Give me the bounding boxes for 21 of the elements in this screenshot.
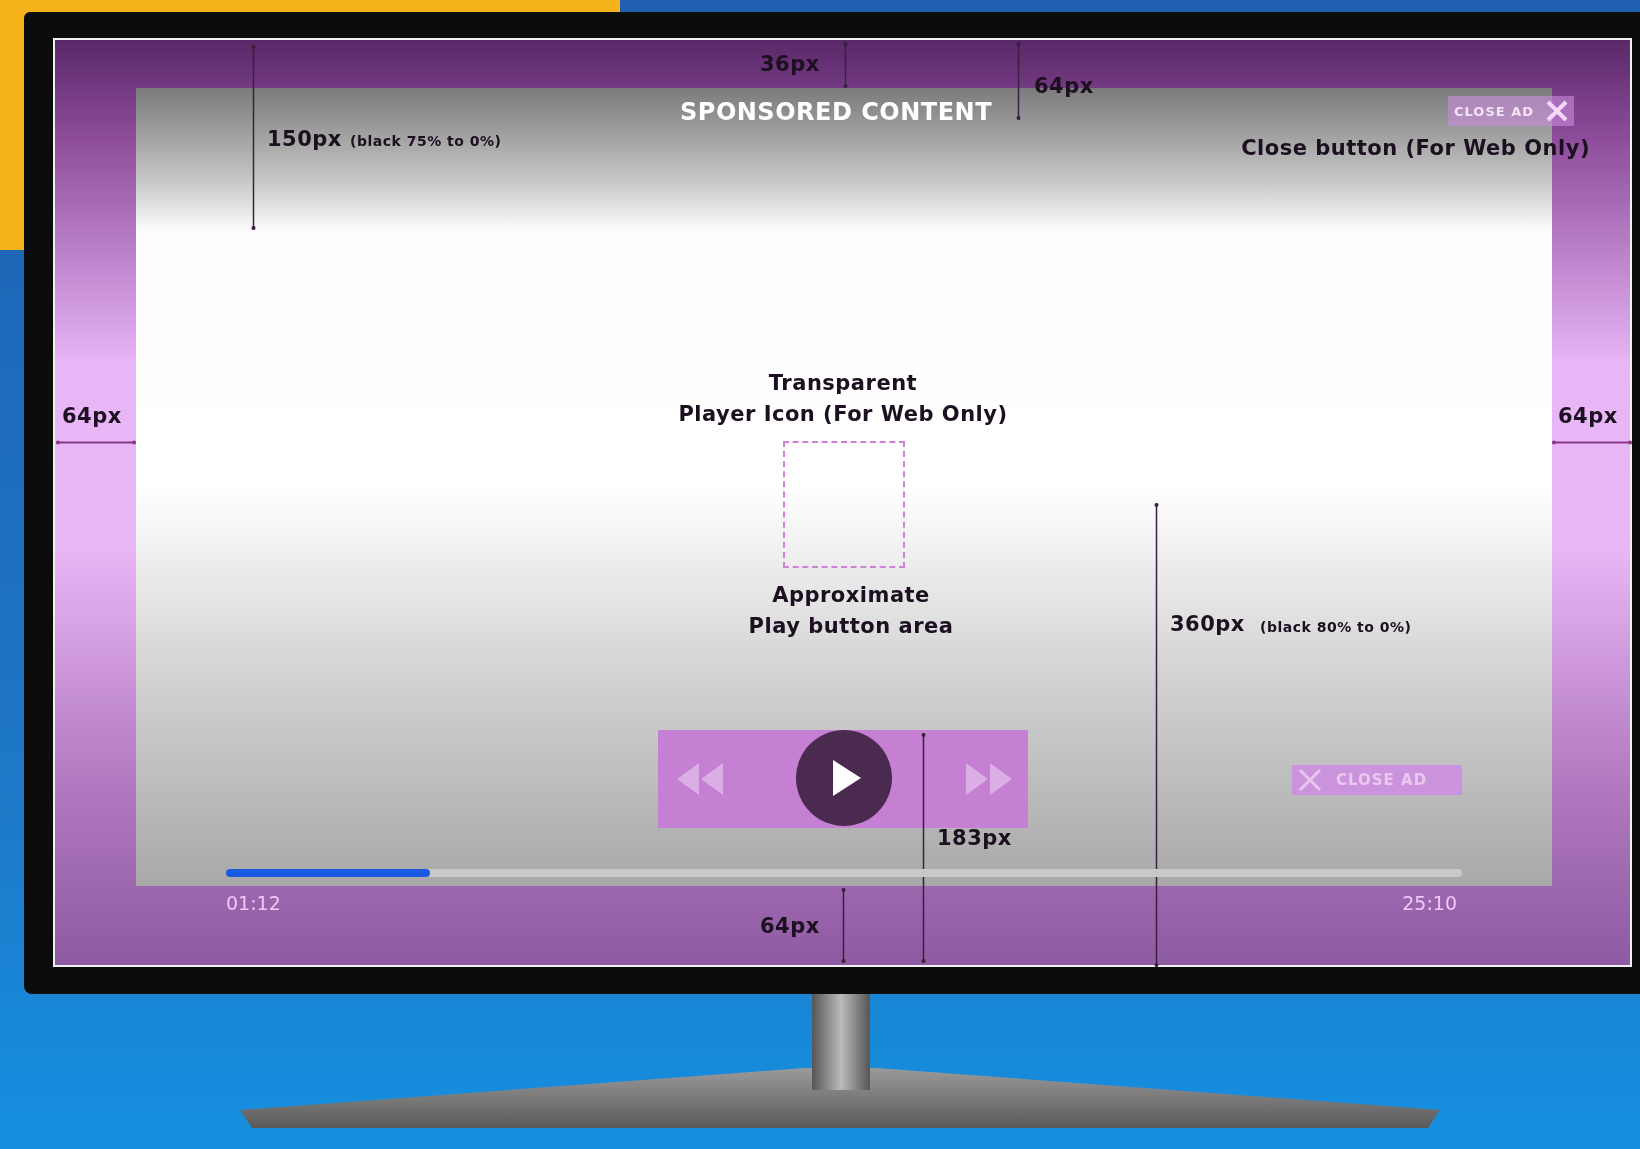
fast-forward-icon[interactable] [966, 763, 1012, 795]
dimension-label: 183px [937, 826, 1012, 850]
dimension-label: 64px [1558, 404, 1618, 428]
dimension-note: (black 75% to 0%) [350, 133, 502, 149]
close-ad-button[interactable]: CLOSE AD [1448, 96, 1575, 126]
ad-title: SPONSORED CONTENT [680, 98, 993, 126]
close-icon [1546, 100, 1569, 122]
annotation-text: Approximate Play button area [747, 582, 955, 640]
rewind-icon[interactable] [677, 763, 723, 795]
play-button[interactable] [796, 730, 892, 826]
dimension-label: 64px [760, 914, 820, 938]
dimension-label: 36px [760, 52, 820, 76]
dimension-label: 150px [267, 127, 342, 151]
dimension-label: 64px [62, 404, 122, 428]
dimension-label: 360px [1170, 612, 1245, 636]
elapsed-time: 01:12 [226, 892, 281, 914]
duration-time: 25:10 [1402, 892, 1457, 914]
dimension-note: (black 80% to 0%) [1260, 619, 1412, 635]
annotation-text: Transparent Player Icon (For Web Only) [677, 370, 1009, 428]
dimension-line [842, 42, 849, 88]
close-icon [1298, 768, 1322, 792]
